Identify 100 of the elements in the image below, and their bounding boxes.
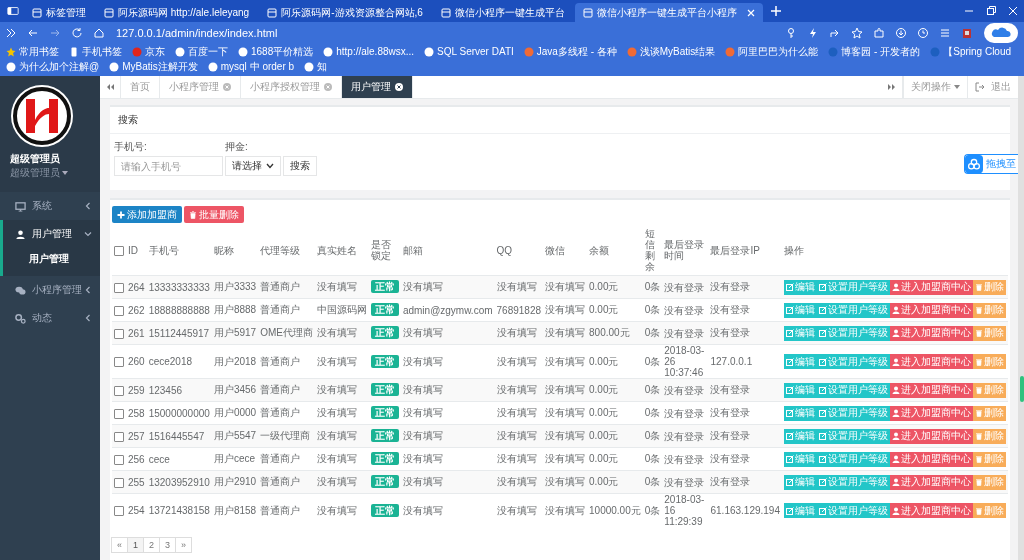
- level-button[interactable]: 设置用户等级: [817, 325, 890, 341]
- enter-button[interactable]: 进入加盟商中心: [890, 302, 973, 318]
- bookmark-item[interactable]: 京东: [132, 45, 165, 59]
- delete-button[interactable]: 删除: [973, 428, 1006, 444]
- enter-button[interactable]: 进入加盟商中心: [890, 325, 973, 341]
- delete-button[interactable]: 删除: [973, 382, 1006, 398]
- checkbox[interactable]: [114, 506, 124, 517]
- browser-tab[interactable]: 标签管理: [24, 3, 94, 22]
- star-icon[interactable]: [851, 27, 863, 39]
- drag-widget[interactable]: 拖拽至: [964, 154, 1018, 174]
- edit-button[interactable]: 编辑: [784, 503, 817, 518]
- forward-icon[interactable]: [49, 27, 61, 39]
- checkbox[interactable]: [114, 431, 124, 442]
- cloud-icon[interactable]: [984, 23, 1018, 43]
- close-icon[interactable]: [395, 83, 403, 91]
- delete-button[interactable]: 删除: [973, 451, 1006, 467]
- deposit-select[interactable]: 请选择: [225, 156, 281, 176]
- level-button[interactable]: 设置用户等级: [817, 451, 890, 467]
- checkbox[interactable]: [114, 357, 124, 368]
- page-tab[interactable]: 用户管理: [342, 76, 413, 98]
- bookmark-item[interactable]: 博客园 - 开发者的: [828, 45, 921, 59]
- back-icon[interactable]: [27, 27, 39, 39]
- enter-button[interactable]: 进入加盟商中心: [890, 503, 973, 518]
- checkbox[interactable]: [114, 328, 124, 339]
- checkbox[interactable]: [114, 282, 124, 293]
- delete-button[interactable]: 删除: [973, 474, 1006, 490]
- scrollbar[interactable]: [1018, 76, 1024, 560]
- delete-button[interactable]: 删除: [973, 325, 1006, 341]
- share-icon[interactable]: [829, 27, 841, 39]
- bookmark-item[interactable]: SQL Server DATI: [424, 45, 514, 59]
- home-icon[interactable]: [93, 27, 105, 39]
- menu-item[interactable]: 动态: [0, 304, 100, 332]
- edit-button[interactable]: 编辑: [784, 354, 817, 369]
- restore-icon[interactable]: [985, 5, 997, 17]
- level-button[interactable]: 设置用户等级: [817, 428, 890, 444]
- page-button[interactable]: »: [175, 537, 193, 553]
- bookmark-item[interactable]: http://ale.88wsx...: [323, 45, 415, 59]
- edit-button[interactable]: 编辑: [784, 451, 817, 467]
- bookmark-item[interactable]: 浅谈MyBatis结果: [626, 45, 716, 59]
- browser-tab[interactable]: 微信小程序一键生成平台: [432, 3, 573, 22]
- page-tab[interactable]: 首页: [121, 76, 160, 98]
- edit-button[interactable]: 编辑: [784, 405, 817, 421]
- history-icon[interactable]: [917, 27, 929, 39]
- checkbox[interactable]: [114, 408, 124, 419]
- bookmark-item[interactable]: 为什么加个注解@: [6, 60, 100, 74]
- delete-button[interactable]: 删除: [973, 354, 1006, 369]
- edit-button[interactable]: 编辑: [784, 474, 817, 490]
- browser-tab[interactable]: 阿乐源码网 http://ale.leleyang: [96, 3, 258, 22]
- edit-button[interactable]: 编辑: [784, 382, 817, 398]
- bookmark-item[interactable]: 知: [304, 60, 328, 74]
- bookmark-item[interactable]: 手机书签: [69, 45, 122, 59]
- key-icon[interactable]: [785, 27, 797, 39]
- bookmark-item[interactable]: 1688平价精选: [238, 45, 314, 59]
- phone-input[interactable]: 请输入手机号: [114, 156, 223, 176]
- level-button[interactable]: 设置用户等级: [817, 302, 890, 318]
- bookmark-item[interactable]: 【Spring Cloud: [930, 45, 1012, 59]
- level-button[interactable]: 设置用户等级: [817, 503, 890, 518]
- level-button[interactable]: 设置用户等级: [817, 474, 890, 490]
- checkbox[interactable]: [114, 385, 124, 396]
- tab-list-icon[interactable]: [7, 5, 19, 17]
- enter-button[interactable]: 进入加盟商中心: [890, 428, 973, 444]
- edit-button[interactable]: 编辑: [784, 279, 817, 295]
- bookmark-item[interactable]: 阿里巴巴为什么能: [725, 45, 819, 59]
- enter-button[interactable]: 进入加盟商中心: [890, 451, 973, 467]
- delete-button[interactable]: 删除: [973, 503, 1006, 518]
- double-chevron-icon[interactable]: [5, 27, 17, 39]
- puzzle-icon[interactable]: [873, 27, 885, 39]
- new-tab-icon[interactable]: [769, 5, 782, 17]
- checkbox[interactable]: [114, 454, 124, 465]
- checkbox[interactable]: [114, 305, 124, 316]
- extension-icon[interactable]: [961, 27, 973, 39]
- bookmark-item[interactable]: 常用书签: [6, 45, 59, 59]
- enter-button[interactable]: 进入加盟商中心: [890, 354, 973, 369]
- checkbox[interactable]: [114, 245, 124, 256]
- delete-button[interactable]: 删除: [973, 279, 1006, 295]
- level-button[interactable]: 设置用户等级: [817, 279, 890, 295]
- level-button[interactable]: 设置用户等级: [817, 405, 890, 421]
- enter-button[interactable]: 进入加盟商中心: [890, 382, 973, 398]
- bookmark-item[interactable]: MyBatis注解开发: [109, 60, 198, 74]
- enter-button[interactable]: 进入加盟商中心: [890, 279, 973, 295]
- delete-button[interactable]: 删除: [973, 405, 1006, 421]
- edit-button[interactable]: 编辑: [784, 325, 817, 341]
- level-button[interactable]: 设置用户等级: [817, 354, 890, 369]
- menu-item[interactable]: 用户管理: [0, 220, 100, 248]
- level-button[interactable]: 设置用户等级: [817, 382, 890, 398]
- page-tab[interactable]: 小程序管理: [160, 76, 241, 98]
- close-icon[interactable]: [1007, 5, 1019, 17]
- browser-tab[interactable]: 阿乐源码网-游戏资源整合网站,6: [259, 3, 431, 22]
- menu-icon[interactable]: [939, 27, 951, 39]
- address-field[interactable]: 127.0.0.1/admin/index/index.html: [116, 27, 278, 39]
- close-actions-dropdown[interactable]: 关闭操作: [903, 76, 967, 98]
- enter-button[interactable]: 进入加盟商中心: [890, 474, 973, 490]
- edit-button[interactable]: 编辑: [784, 302, 817, 318]
- search-button[interactable]: 搜索: [283, 156, 317, 176]
- batch-delete-button[interactable]: 批量删除: [184, 206, 244, 223]
- menu-item[interactable]: 小程序管理: [0, 276, 100, 304]
- add-button[interactable]: 添加加盟商: [112, 206, 182, 223]
- role-dropdown[interactable]: 超级管理员: [10, 166, 68, 180]
- delete-button[interactable]: 删除: [973, 302, 1006, 318]
- bookmark-item[interactable]: 百度一下: [175, 45, 228, 59]
